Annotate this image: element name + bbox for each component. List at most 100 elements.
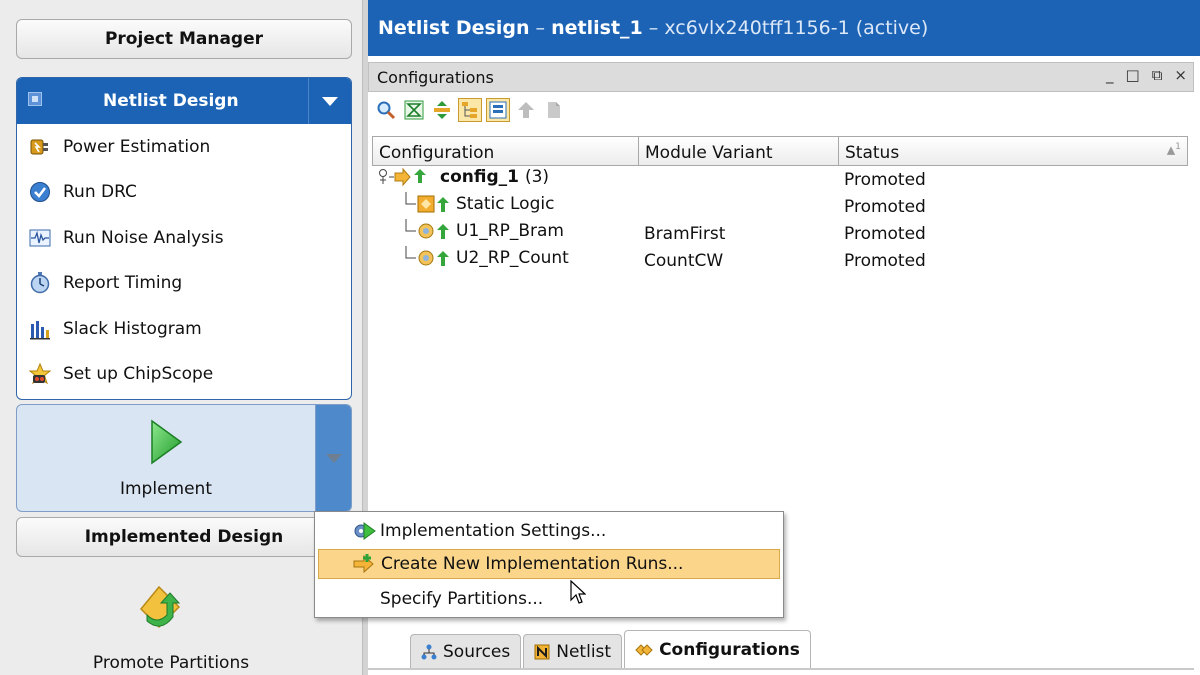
histogram-icon [29, 318, 51, 340]
nav-item-label: Run DRC [63, 182, 137, 203]
nav-item-run-drc[interactable]: Run DRC [17, 170, 351, 216]
restore-icon[interactable]: ⧉ [1152, 66, 1163, 84]
design-title-bar: Netlist Design – netlist_1 – xc6vlx240tf… [368, 0, 1200, 56]
implemented-design-button[interactable]: Implemented Design [16, 517, 352, 557]
panel-toolbar [368, 92, 1200, 128]
column-header-module-variant[interactable]: Module Variant [639, 137, 839, 165]
implement-button[interactable]: Implement [17, 405, 315, 511]
chevron-down-icon [326, 453, 342, 463]
nav-item-label: Set up ChipScope [63, 364, 214, 385]
group-by-icon[interactable] [486, 98, 510, 122]
tree-node: U2_RP_Count [398, 246, 569, 270]
search-icon[interactable] [374, 98, 398, 122]
close-icon[interactable]: × [1174, 66, 1187, 84]
panel-header: Configurations _ □ ⧉ × [368, 62, 1194, 92]
tab-configurations[interactable]: Configurations [624, 630, 811, 668]
mouse-cursor-icon [570, 580, 586, 604]
tree-node: config_1 (3) [378, 167, 549, 187]
nav-item-set-up-chipscope[interactable]: Set up ChipScope [17, 352, 351, 398]
netlist-icon [534, 644, 550, 660]
power-estimation-icon [29, 136, 51, 158]
configuration-name: U1_RP_Bram [456, 221, 564, 241]
expand-all-icon[interactable] [430, 98, 454, 122]
static-logic-icon [405, 192, 449, 213]
menu-item-label: Create New Implementation Runs... [381, 554, 684, 574]
window-controls: _ □ ⧉ × [1106, 66, 1187, 84]
column-header-status[interactable]: Status ▲1 [839, 137, 1187, 165]
nav-item-label: Run Noise Analysis [63, 227, 224, 248]
netlist-design-icon [28, 92, 42, 106]
promote-partitions-icon[interactable] [139, 585, 183, 631]
implemented-design-label: Implemented Design [84, 527, 284, 547]
tree-node: Static Logic [398, 192, 554, 216]
netlist-design-header[interactable]: Netlist Design [17, 78, 351, 124]
table-row[interactable]: Static Logic Promoted [372, 192, 1188, 220]
netlist-design-section: Netlist Design Power Estimation Run DRC … [16, 77, 352, 400]
sort-indicator: ▲1 [1166, 141, 1181, 157]
status-cell: Promoted [844, 250, 926, 271]
nav-item-slack-histogram[interactable]: Slack Histogram [17, 306, 351, 352]
module-variant-cell: CountCW [644, 250, 724, 271]
configurations-icon [635, 642, 653, 658]
tab-label: Netlist [556, 641, 612, 662]
panel-title: Configurations [377, 67, 494, 87]
nav-item-run-noise-analysis[interactable]: Run Noise Analysis [17, 215, 351, 261]
table-row[interactable]: U2_RP_Count CountCW Promoted [372, 246, 1188, 275]
netlist-design-title: Netlist Design [103, 91, 239, 111]
maximize-icon[interactable]: □ [1126, 66, 1140, 84]
check-circle-icon [29, 181, 51, 203]
column-header-configuration[interactable]: Configuration [373, 137, 639, 165]
column-header-status-label: Status [845, 143, 900, 163]
reconfigurable-partition-icon [405, 219, 449, 239]
configuration-cell: U1_RP_Bram [372, 219, 638, 248]
status-cell: Promoted [844, 223, 926, 244]
title-prefix: Netlist Design [378, 17, 530, 39]
implement-label: Implement [119, 479, 212, 499]
status-cell: Promoted [844, 196, 926, 217]
title-device: xc6vlx240tff1156-1 (active) [664, 17, 929, 39]
menu-item-create-new-implementation-runs[interactable]: Create New Implementation Runs... [318, 549, 780, 579]
title-netlist-name: netlist_1 [551, 17, 643, 39]
configurations-table: Configuration Module Variant Status ▲1 c… [372, 136, 1188, 274]
configuration-name: config_1 [440, 167, 519, 187]
implement-dropdown-button[interactable] [315, 405, 351, 511]
status-cell: Promoted [844, 169, 926, 190]
stopwatch-icon [29, 272, 51, 294]
panel-tab-bar: Sources Netlist Configurations [410, 628, 813, 668]
promote-partitions-label[interactable]: Promote Partitions [16, 653, 326, 673]
tab-sources[interactable]: Sources [410, 634, 522, 668]
configuration-name: U2_RP_Count [456, 248, 569, 268]
title-separator: – [642, 17, 665, 39]
menu-item-specify-partitions[interactable]: Specify Partitions... [318, 584, 780, 614]
tab-netlist[interactable]: Netlist [523, 634, 623, 668]
nav-item-label: Slack Histogram [63, 318, 202, 339]
configuration-cell: U2_RP_Count [372, 246, 638, 275]
chipscope-icon [29, 363, 51, 385]
implement-button-group: Implement [16, 404, 352, 512]
project-manager-button[interactable]: Project Manager [16, 19, 352, 59]
implement-context-menu: Implementation Settings... Create New Im… [314, 511, 784, 618]
waveform-icon [29, 227, 51, 249]
table-header: Configuration Module Variant Status ▲1 [372, 136, 1188, 166]
collapse-all-icon[interactable] [402, 98, 426, 122]
configuration-count: (3) [524, 167, 550, 187]
tree-node: U1_RP_Bram [398, 219, 564, 243]
nav-item-report-timing[interactable]: Report Timing [17, 261, 351, 307]
expand-toggle-icon[interactable] [378, 167, 436, 187]
section-dropdown-button[interactable] [308, 78, 351, 124]
create-run-icon [353, 554, 374, 574]
document-icon[interactable] [542, 98, 566, 122]
flow-navigator: Project Manager Netlist Design Power Est… [0, 0, 362, 675]
nav-item-label: Report Timing [63, 273, 183, 294]
nav-item-power-estimation[interactable]: Power Estimation [17, 124, 351, 170]
implementation-settings-icon [354, 522, 376, 540]
table-row[interactable]: config_1 (3) Promoted [372, 166, 1188, 193]
table-row[interactable]: U1_RP_Bram BramFirst Promoted [372, 219, 1188, 248]
promote-icon[interactable] [514, 98, 538, 122]
hierarchy-view-icon[interactable] [458, 98, 482, 122]
configuration-name: Static Logic [456, 194, 555, 214]
minimize-icon[interactable]: _ [1106, 66, 1114, 84]
reconfigurable-partition-icon [405, 246, 449, 266]
project-manager-label: Project Manager [104, 29, 264, 49]
menu-item-implementation-settings[interactable]: Implementation Settings... [318, 516, 780, 546]
